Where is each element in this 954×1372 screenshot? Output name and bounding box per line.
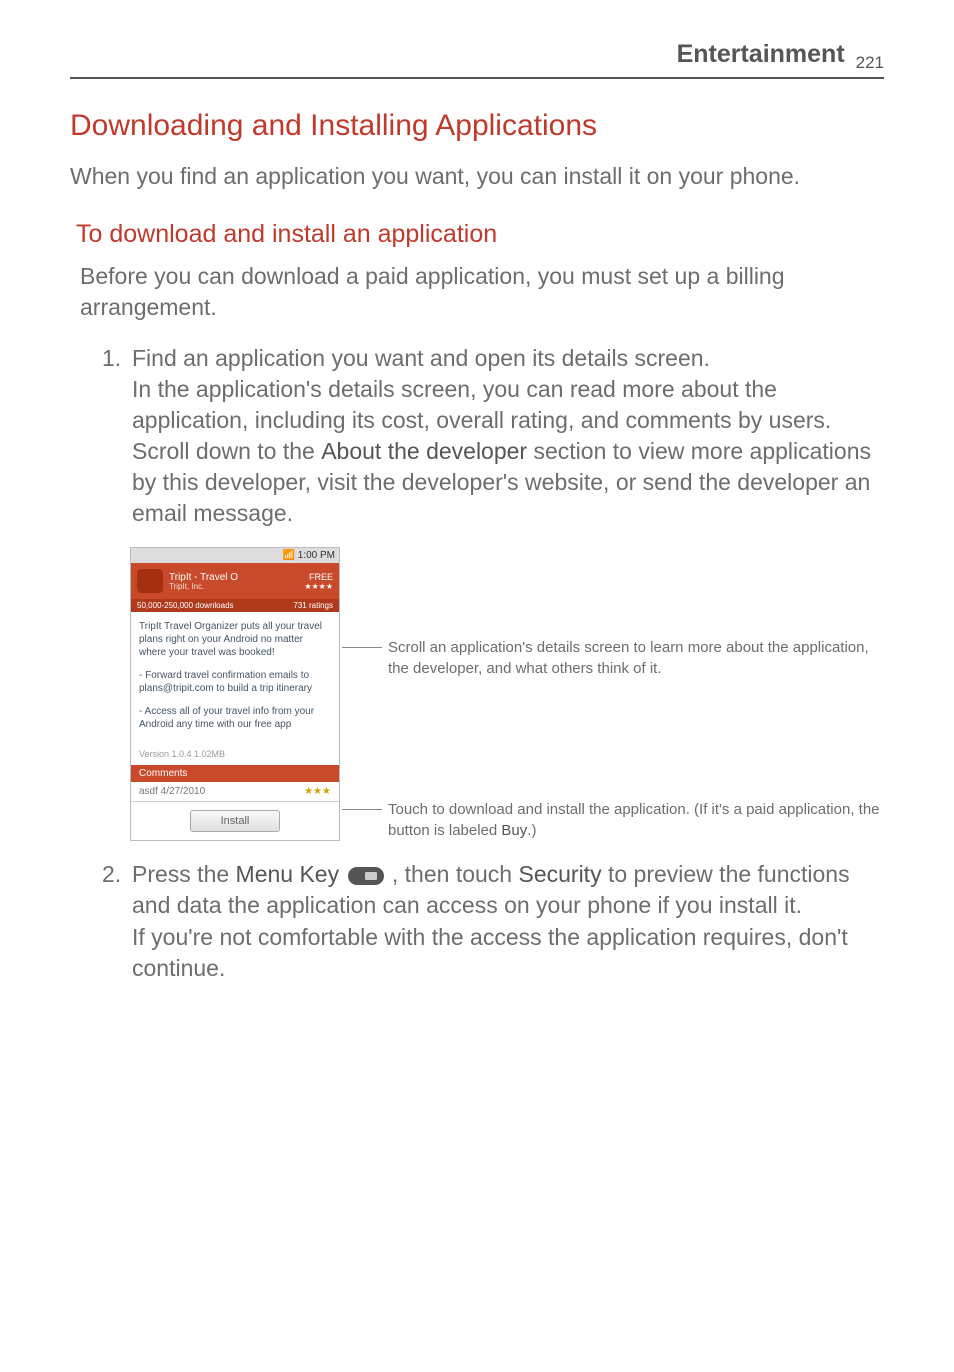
comment-user: asdf 4/27/2010 <box>139 786 205 797</box>
callout-bottom-c: .) <box>527 822 536 839</box>
header-section: Entertainment <box>677 40 845 68</box>
app-description: TripIt Travel Organizer puts all your tr… <box>131 612 339 749</box>
menu-key-icon <box>348 867 384 885</box>
menu-key-label: Menu Key <box>236 861 340 887</box>
callout-bottom: Touch to download and install the applic… <box>360 799 884 841</box>
ratings-count: 731 ratings <box>293 601 333 610</box>
callouts-column: Scroll an application's details screen t… <box>360 547 884 841</box>
install-button[interactable]: Install <box>190 810 281 832</box>
app-version: Version 1.0.4 1.02MB <box>131 749 339 765</box>
app-icon <box>137 569 163 593</box>
callout-bottom-a: Touch to download and install the applic… <box>388 801 880 839</box>
step-2-a: Press the <box>132 861 236 887</box>
figure-block: 📶 1:00 PM TripIt - Travel O TripIt, Inc.… <box>130 547 884 841</box>
signal-icon: 📶 <box>283 550 298 561</box>
download-count: 50,000-250,000 downloads <box>137 601 234 610</box>
step-1-line1: Find an application you want and open it… <box>132 345 710 371</box>
page-number: 221 <box>856 53 884 72</box>
app-header: TripIt - Travel O TripIt, Inc. FREE ★★★★ <box>131 563 339 599</box>
desc-p1: TripIt Travel Organizer puts all your tr… <box>139 620 331 659</box>
app-stars: ★★★★ <box>304 582 333 591</box>
page-title: Downloading and Installing Applications <box>70 109 884 143</box>
step-2-p2: If you're not comfortable with the acces… <box>132 924 848 981</box>
step-2: 2. Press the Menu Key , then touch Secur… <box>132 859 884 983</box>
app-stats-bar: 50,000-250,000 downloads 731 ratings <box>131 599 339 612</box>
step-1: 1. Find an application you want and open… <box>132 343 884 529</box>
sub-title: To download and install an application <box>70 220 884 249</box>
comment-row: asdf 4/27/2010 ★★★ <box>131 782 339 801</box>
install-bar: Install <box>131 801 339 840</box>
buy-label: Buy <box>501 822 527 839</box>
intro-paragraph: When you find an application you want, y… <box>70 161 884 192</box>
security-label: Security <box>518 861 601 887</box>
step-2-number: 2. <box>102 859 121 890</box>
app-sub: TripIt, Inc. <box>169 583 298 592</box>
desc-p2: - Forward travel confirmation emails to … <box>139 669 331 695</box>
comment-stars: ★★★ <box>304 786 331 797</box>
step-2-c: , then touch <box>386 861 519 887</box>
desc-p3: - Access all of your travel info from yo… <box>139 705 331 731</box>
page-header: Entertainment 221 <box>70 40 884 79</box>
sub-intro: Before you can download a paid applicati… <box>70 261 884 323</box>
app-title: TripIt - Travel O <box>169 572 298 583</box>
callout-top: Scroll an application's details screen t… <box>360 637 884 679</box>
about-developer-label: About the developer <box>321 438 527 464</box>
phone-screenshot: 📶 1:00 PM TripIt - Travel O TripIt, Inc.… <box>130 547 340 841</box>
step-1-number: 1. <box>102 343 121 374</box>
app-price: FREE <box>304 572 333 582</box>
phone-time: 1:00 PM <box>298 550 335 561</box>
phone-status-bar: 📶 1:00 PM <box>131 548 339 563</box>
comments-bar: Comments <box>131 765 339 782</box>
